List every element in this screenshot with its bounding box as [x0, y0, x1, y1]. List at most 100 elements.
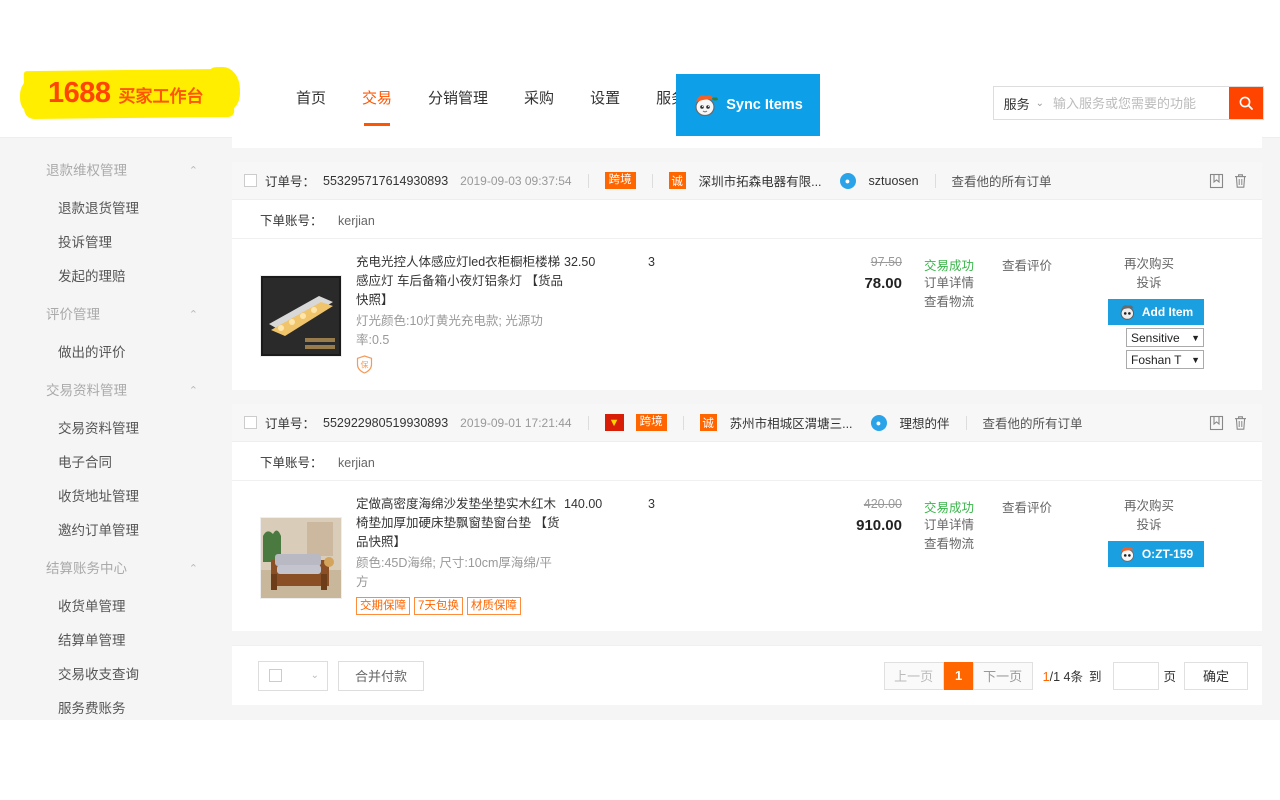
- chevron-up-icon: ⌄: [188, 382, 198, 395]
- product-info: 定做高密度海绵沙发垫坐垫实木红木椅垫加厚加硬床垫飘窗垫窗台垫 【货品快照】 颜色…: [356, 495, 564, 615]
- order-checkbox[interactable]: [244, 174, 257, 187]
- sidebar-group-label: 评价管理: [46, 307, 100, 322]
- sidebar-group-trade-docs[interactable]: 交易资料管理 ⌄: [0, 368, 222, 410]
- flag-icon[interactable]: [1209, 415, 1224, 431]
- nav-item-home[interactable]: 首页: [278, 86, 344, 112]
- sidebar-group-settlement[interactable]: 结算账务中心 ⌄: [0, 546, 222, 588]
- wangwang-icon[interactable]: ●: [839, 172, 856, 189]
- mascot-icon: [1119, 545, 1137, 563]
- svg-text:保: 保: [361, 359, 369, 369]
- order-item-row: 充电光控人体感应灯led衣柜橱柜楼梯感应灯 车后备箱小夜灯铝条灯 【货品快照】 …: [232, 239, 1262, 390]
- site-logo[interactable]: 1688 买家工作台: [23, 68, 235, 128]
- view-all-orders-link[interactable]: 查看他的所有订单: [952, 171, 1052, 190]
- select-all-checkbox[interactable]: [269, 669, 282, 682]
- supplier-company[interactable]: 苏州市相城区渭塘三...: [730, 413, 853, 432]
- logo-suffix: 买家工作台: [118, 87, 204, 106]
- goto-page-input[interactable]: [1113, 661, 1160, 690]
- sidebar-item-complaint[interactable]: 投诉管理: [0, 224, 222, 258]
- cross-border-badge: 跨境: [635, 414, 667, 431]
- warehouse-select[interactable]: Foshan T ▼: [1126, 350, 1204, 369]
- buyer-account-value: kerjian: [338, 214, 375, 228]
- pagination: 上一页 1 下一页 1/1 4条 到 页 确定: [883, 661, 1248, 690]
- complain-link[interactable]: 投诉: [1094, 274, 1204, 293]
- product-title[interactable]: 充电光控人体感应灯led衣柜橱柜楼梯感应灯 车后备箱小夜灯铝条灯 【货品快照】: [356, 253, 564, 310]
- search-button[interactable]: [1229, 87, 1263, 119]
- view-review-link[interactable]: 查看评价: [1002, 495, 1094, 516]
- order-id-label: 订单号：: [265, 417, 316, 431]
- sidebar-item-my-reviews[interactable]: 做出的评价: [0, 334, 222, 368]
- add-item-button[interactable]: Add Item: [1108, 299, 1204, 325]
- order-operations: 再次购买 投诉 O:ZT-159: [1094, 495, 1204, 567]
- complain-link[interactable]: 投诉: [1094, 516, 1204, 535]
- credit-badge: 诚: [668, 172, 686, 189]
- sidebar-item-e-contract[interactable]: 电子合同: [0, 444, 222, 478]
- order-card: 订单号： 552922980519930893 2019-09-01 17:21…: [232, 404, 1262, 631]
- sidebar: 退款维权管理 ⌄ 退款退货管理 投诉管理 发起的理赔 评价管理 ⌄ 做出的评价 …: [0, 138, 222, 720]
- select-all-dropdown[interactable]: ⌄: [258, 660, 328, 691]
- trash-icon[interactable]: [1233, 415, 1248, 431]
- product-tags: 交期保障 7天包换 材质保障: [356, 597, 564, 615]
- quantity: 3: [648, 255, 655, 269]
- order-checkbox[interactable]: [244, 416, 257, 429]
- product-thumbnail[interactable]: [260, 275, 342, 357]
- wangwang-icon[interactable]: ●: [870, 414, 887, 431]
- flag-icon[interactable]: [1209, 173, 1224, 189]
- sync-items-button[interactable]: Sync Items: [676, 74, 820, 136]
- order-item-row: 定做高密度海绵沙发垫坐垫实木红木椅垫加厚加硬床垫飘窗垫窗台垫 【货品快照】 颜色…: [232, 481, 1262, 631]
- supplier-company[interactable]: 深圳市拓森电器有限...: [699, 171, 822, 190]
- mascot-icon: [693, 93, 719, 117]
- status-badge: 交易成功: [924, 501, 975, 515]
- confirm-page-button[interactable]: 确定: [1183, 661, 1248, 690]
- add-item-button[interactable]: O:ZT-159: [1108, 541, 1204, 567]
- cross-border-badge: 跨境: [604, 172, 636, 189]
- sidebar-item-income-query[interactable]: 交易收支查询: [0, 656, 222, 690]
- nav-label: 设置: [590, 90, 621, 107]
- nav-item-purchase[interactable]: 采购: [506, 86, 572, 112]
- divider: [965, 415, 967, 430]
- sidebar-group-review[interactable]: 评价管理 ⌄: [0, 292, 222, 334]
- logo-brand: 1688: [48, 77, 111, 109]
- sidebar-item-invite-orders[interactable]: 邀约订单管理: [0, 512, 222, 546]
- list-footer-bar: ⌄ 合并付款 上一页 1 下一页 1/1 4条 到 页 确定: [232, 645, 1262, 705]
- view-logistics-link[interactable]: 查看物流: [924, 535, 1002, 554]
- sidebar-item-trade-docs[interactable]: 交易资料管理: [0, 410, 222, 444]
- merge-pay-button[interactable]: 合并付款: [338, 660, 425, 691]
- site-header: 1688 买家工作台 首页 交易 分销管理 采购 设置 服务 ⌄: [0, 0, 1280, 138]
- view-logistics-link[interactable]: 查看物流: [924, 293, 1002, 312]
- credit-badge: 诚: [699, 414, 717, 431]
- nav-item-distribution[interactable]: 分销管理: [410, 86, 506, 112]
- nav-item-trade[interactable]: 交易: [344, 86, 410, 112]
- sidebar-group-refund[interactable]: 退款维权管理 ⌄: [0, 148, 222, 190]
- sidebar-item-receipts[interactable]: 收货单管理: [0, 588, 222, 622]
- buyer-account-row: 下单账号： kerjian: [232, 200, 1262, 239]
- sidebar-item-statements[interactable]: 结算单管理: [0, 622, 222, 656]
- product-thumbnail[interactable]: [260, 517, 342, 599]
- chevron-down-icon: ▼: [1191, 332, 1200, 343]
- nav-item-settings[interactable]: 设置: [572, 86, 638, 112]
- page-number-1[interactable]: 1: [943, 661, 974, 690]
- next-page-button[interactable]: 下一页: [972, 661, 1033, 690]
- trash-icon[interactable]: [1233, 173, 1248, 189]
- sidebar-item-refund-return[interactable]: 退款退货管理: [0, 190, 222, 224]
- view-review-link[interactable]: 查看评价: [1002, 253, 1094, 274]
- order-detail-link[interactable]: 订单详情: [924, 516, 1002, 535]
- order-header: 订单号： 553295717614930893 2019-09-03 09:37…: [232, 162, 1262, 200]
- original-total: 97.50: [870, 255, 902, 269]
- order-detail-link[interactable]: 订单详情: [924, 274, 1002, 293]
- search-scope-dropdown[interactable]: 服务 ⌄: [994, 87, 1053, 119]
- product-title[interactable]: 定做高密度海绵沙发垫坐垫实木红木椅垫加厚加硬床垫飘窗垫窗台垫 【货品快照】: [356, 495, 564, 552]
- view-all-orders-link[interactable]: 查看他的所有订单: [983, 413, 1083, 432]
- prev-page-button[interactable]: 上一页: [883, 661, 944, 690]
- order-status-column: 交易成功 订单详情 查看物流: [902, 253, 1002, 312]
- buy-again-link[interactable]: 再次购买: [1094, 255, 1204, 274]
- search-input[interactable]: [1053, 87, 1229, 119]
- order-header-actions: [1209, 415, 1248, 431]
- order-list-main: 订单号： 553295717614930893 2019-09-03 09:37…: [222, 136, 1280, 720]
- sidebar-group-label: 交易资料管理: [46, 383, 127, 398]
- sensitivity-select[interactable]: Sensitive ▼: [1126, 328, 1204, 347]
- sidebar-item-claims[interactable]: 发起的理赔: [0, 258, 222, 292]
- buy-again-link[interactable]: 再次购买: [1094, 497, 1204, 516]
- nav-label: 分销管理: [428, 90, 489, 107]
- sidebar-item-address[interactable]: 收货地址管理: [0, 478, 222, 512]
- sidebar-item-service-fee[interactable]: 服务费账务: [0, 690, 222, 720]
